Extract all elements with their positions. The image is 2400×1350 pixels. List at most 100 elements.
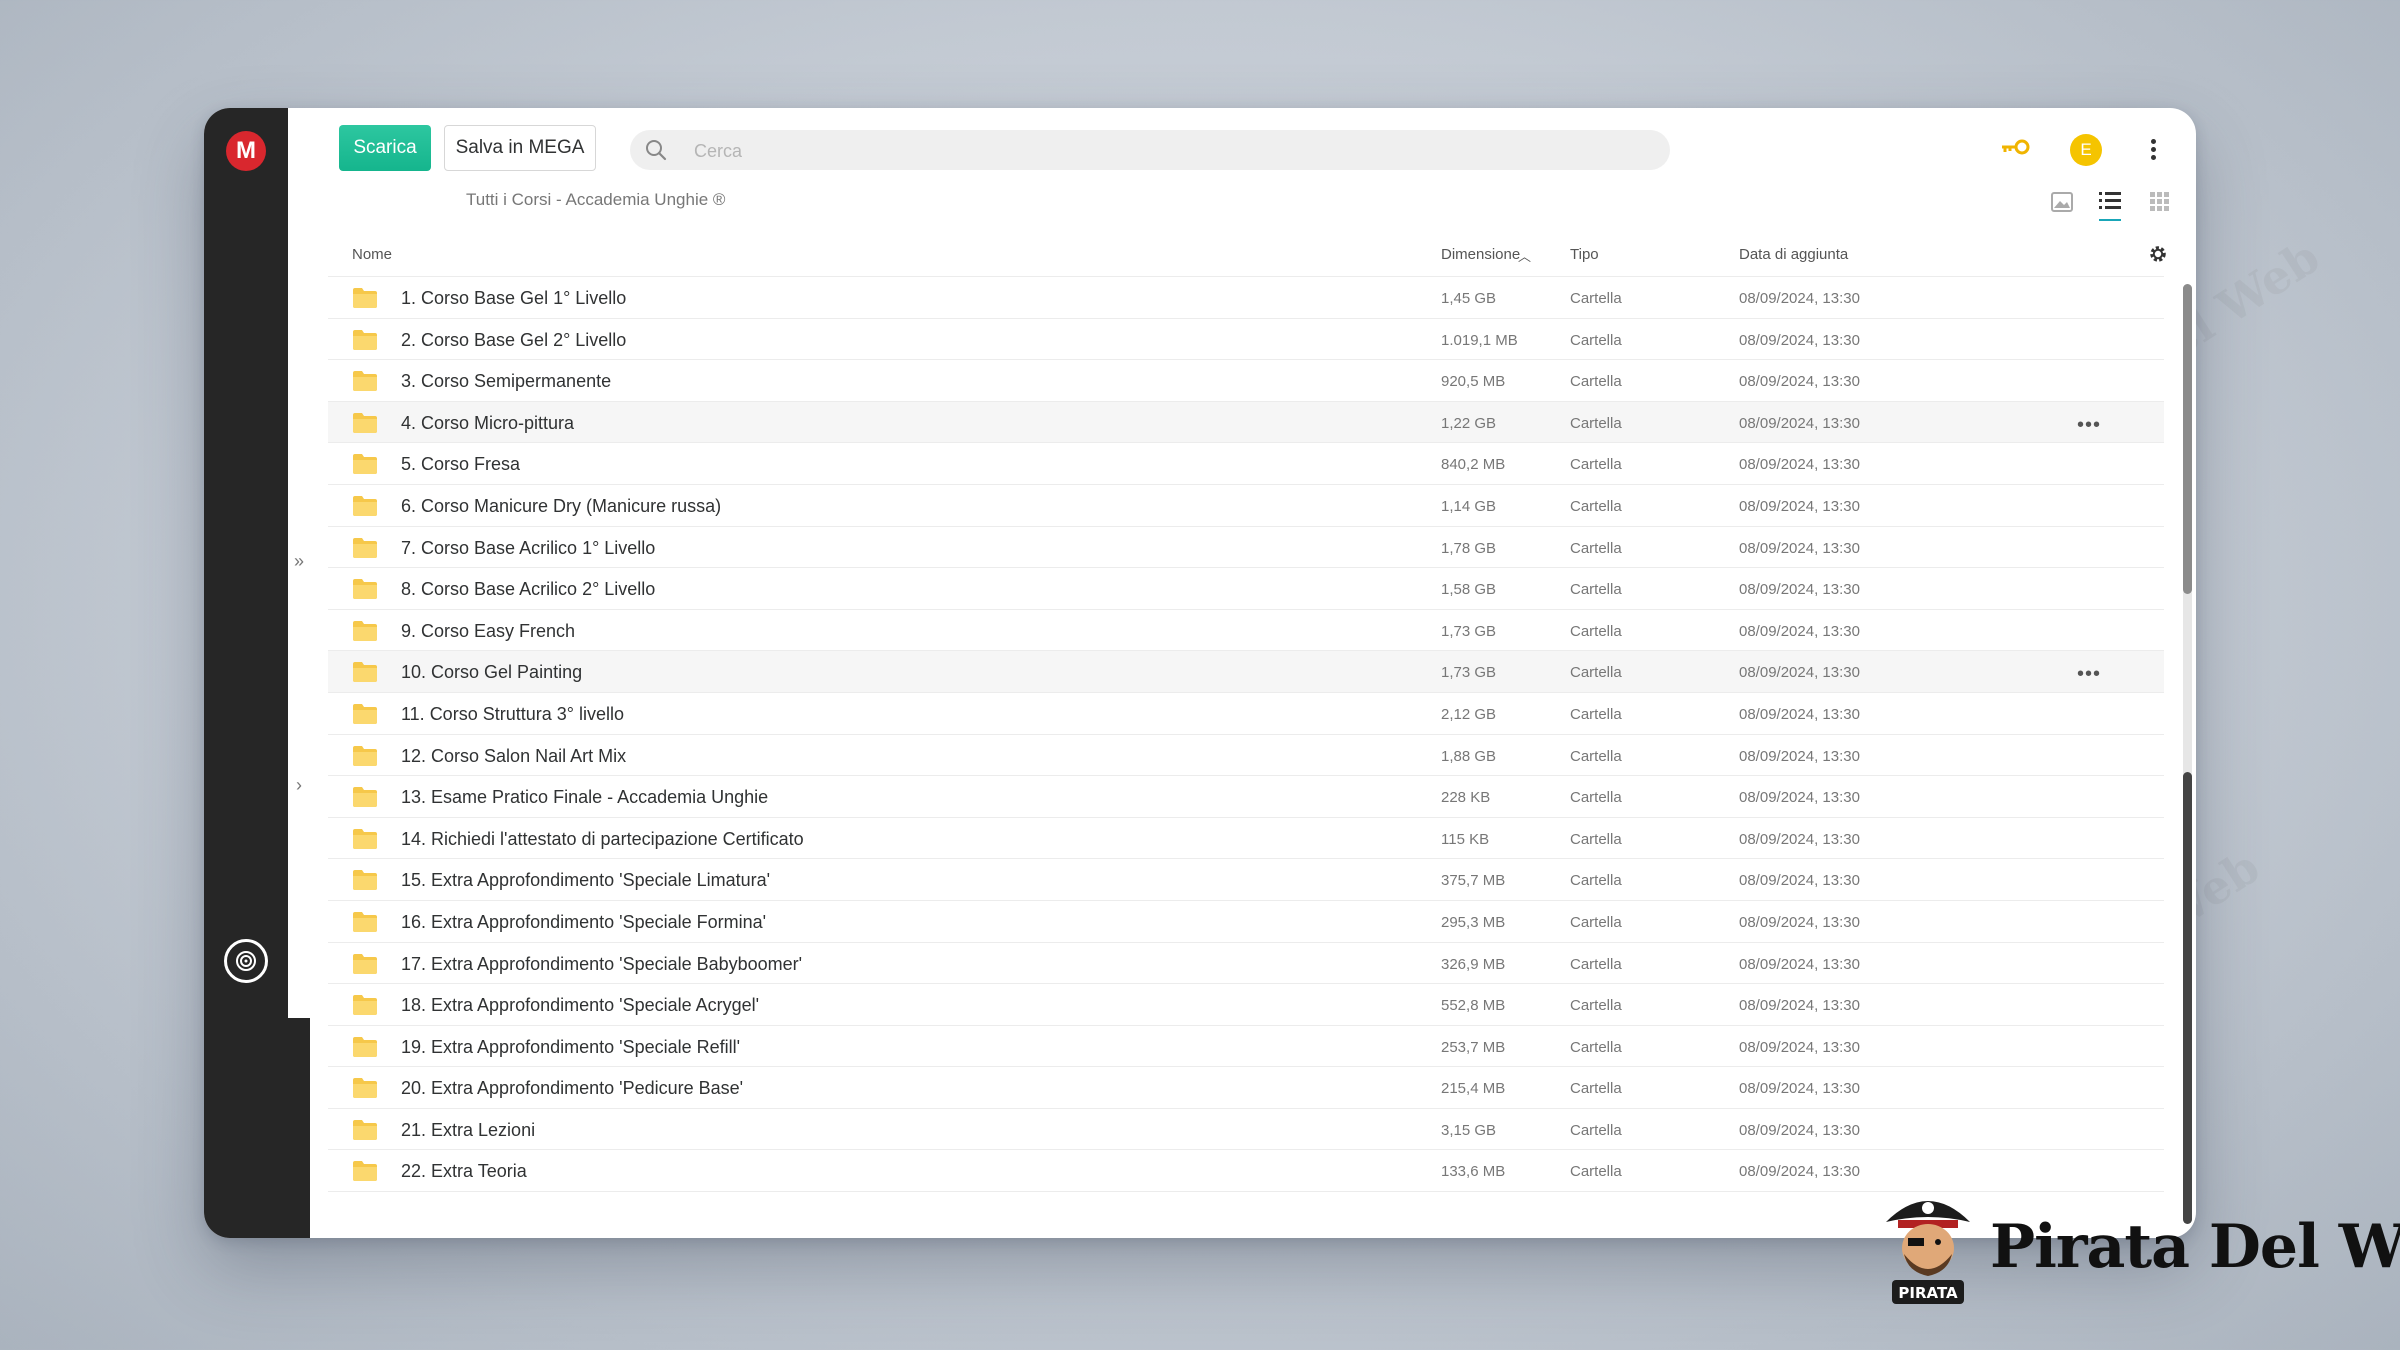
file-date: 08/09/2024, 13:30 <box>1739 1080 1860 1098</box>
file-name[interactable]: 10. Corso Gel Painting <box>401 662 582 683</box>
file-size: 375,7 MB <box>1441 872 1506 890</box>
folder-icon <box>352 537 378 564</box>
file-size: 920,5 MB <box>1441 373 1506 391</box>
scrollbar-thumb[interactable] <box>2183 284 2192 594</box>
table-row[interactable]: 16. Extra Approfondimento 'Speciale Form… <box>328 901 2164 943</box>
column-header-date[interactable]: Data di aggiunta <box>1739 246 1848 263</box>
folder-icon <box>352 828 378 855</box>
table-row[interactable]: 13. Esame Pratico Finale - Accademia Ung… <box>328 776 2164 818</box>
key-icon[interactable] <box>2000 138 2030 161</box>
file-name[interactable]: 20. Extra Approfondimento 'Pedicure Base… <box>401 1078 743 1099</box>
file-name[interactable]: 13. Esame Pratico Finale - Accademia Ung… <box>401 787 768 808</box>
table-row[interactable]: 19. Extra Approfondimento 'Speciale Refi… <box>328 1026 2164 1068</box>
table-row[interactable]: 6. Corso Manicure Dry (Manicure russa) 1,… <box>328 485 2164 527</box>
file-name[interactable]: 4. Corso Micro-pittura <box>401 413 574 434</box>
chevron-right-icon[interactable]: › <box>288 772 310 798</box>
save-to-mega-button[interactable]: Salva in MEGA <box>444 125 596 171</box>
gear-icon[interactable] <box>2148 244 2168 269</box>
table-row[interactable]: 15. Extra Approfondimento 'Speciale Lima… <box>328 859 2164 901</box>
file-name[interactable]: 18. Extra Approfondimento 'Speciale Acry… <box>401 995 759 1016</box>
file-type: Cartella <box>1570 456 1622 474</box>
table-row[interactable]: 8. Corso Base Acrilico 2° Livello 1,58 GB… <box>328 568 2164 610</box>
file-date: 08/09/2024, 13:30 <box>1739 331 1860 349</box>
column-header-size[interactable]: Dimensione <box>1441 246 1520 263</box>
file-name[interactable]: 21. Extra Lezioni <box>401 1120 535 1141</box>
file-date: 08/09/2024, 13:30 <box>1739 747 1860 765</box>
table-row[interactable]: 14. Richiedi l'attestato di partecipazio… <box>328 818 2164 860</box>
download-button[interactable]: Scarica <box>339 125 431 171</box>
file-name[interactable]: 15. Extra Approfondimento 'Speciale Lima… <box>401 870 770 891</box>
table-row[interactable]: 5. Corso Fresa 840,2 MB Cartella 08/09/2024… <box>328 443 2164 485</box>
scrollbar[interactable] <box>2183 284 2192 1224</box>
table-row[interactable]: 9. Corso Easy French 1,73 GB Cartella 08/09… <box>328 610 2164 652</box>
column-header-name[interactable]: Nome <box>352 246 392 263</box>
file-name[interactable]: 19. Extra Approfondimento 'Speciale Refi… <box>401 1037 740 1058</box>
file-size: 1,58 GB <box>1441 581 1497 599</box>
file-name[interactable]: 11. Corso Struttura 3° livello <box>401 704 624 725</box>
file-name[interactable]: 17. Extra Approfondimento 'Speciale Baby… <box>401 954 802 975</box>
file-name[interactable]: 5. Corso Fresa <box>401 454 520 475</box>
table-row[interactable]: 1. Corso Base Gel 1° Livello 1,45 GB Carte… <box>328 277 2164 319</box>
file-date: 08/09/2024, 13:30 <box>1739 497 1860 515</box>
file-name[interactable]: 7. Corso Base Acrilico 1° Livello <box>401 538 655 559</box>
table-row[interactable]: 3. Corso Semipermanente 920,5 MB Cartella 0… <box>328 360 2164 402</box>
expand-sidebar-icon[interactable]: » <box>288 548 310 574</box>
file-date: 08/09/2024, 13:30 <box>1739 539 1860 557</box>
file-type: Cartella <box>1570 1121 1622 1139</box>
user-avatar[interactable]: E <box>2070 134 2102 166</box>
file-size: 2,12 GB <box>1441 705 1497 723</box>
table-header: Nome ︿ Dimensione Tipo Data di aggiunta <box>328 232 2164 277</box>
table-row[interactable]: 10. Corso Gel Painting 1,73 GB Cartella 08/… <box>328 651 2164 693</box>
file-date: 08/09/2024, 13:30 <box>1739 373 1860 391</box>
sidebar-edge-dark <box>288 1018 310 1238</box>
mega-logo-icon[interactable]: M <box>226 131 266 171</box>
breadcrumb[interactable]: Tutti i Corsi - Accademia Unghie ® <box>466 190 725 210</box>
table-row[interactable]: 21. Extra Lezioni 3,15 GB Cartella 08/09/20… <box>328 1109 2164 1151</box>
file-name[interactable]: 2. Corso Base Gel 2° Livello <box>401 330 626 351</box>
row-more-options-icon[interactable]: ••• <box>2077 663 2101 686</box>
column-header-type[interactable]: Tipo <box>1570 246 1599 263</box>
table-row[interactable]: 18. Extra Approfondimento 'Speciale Acry… <box>328 984 2164 1026</box>
table-row[interactable]: 7. Corso Base Acrilico 1° Livello 1,78 GB… <box>328 527 2164 569</box>
table-row[interactable]: 11. Corso Struttura 3° livello 2,12 GB Car… <box>328 693 2164 735</box>
file-date: 08/09/2024, 13:30 <box>1739 913 1860 931</box>
file-date: 08/09/2024, 13:30 <box>1739 705 1860 723</box>
file-list: 1. Corso Base Gel 1° Livello 1,45 GB Carte… <box>328 277 2164 1193</box>
file-name[interactable]: 12. Corso Salon Nail Art Mix <box>401 746 626 767</box>
list-view-icon[interactable] <box>2099 190 2121 221</box>
file-name[interactable]: 1. Corso Base Gel 1° Livello <box>401 288 626 309</box>
sidebar: M <box>204 108 288 1238</box>
folder-icon <box>352 620 378 647</box>
file-name[interactable]: 14. Richiedi l'attestato di partecipazio… <box>401 829 804 850</box>
mega-window: M » › Scarica Salva in MEGA E Tutti i Co… <box>204 108 2196 1238</box>
folder-icon <box>352 453 378 480</box>
scrollbar-track-dark <box>2183 772 2192 1224</box>
kebab-menu-icon[interactable] <box>2148 136 2158 164</box>
table-row[interactable]: 20. Extra Approfondimento 'Pedicure Base… <box>328 1067 2164 1109</box>
table-row[interactable]: 4. Corso Micro-pittura 1,22 GB Cartella 08/… <box>328 401 2164 444</box>
file-name[interactable]: 16. Extra Approfondimento 'Speciale Form… <box>401 912 766 933</box>
table-row[interactable]: 12. Corso Salon Nail Art Mix 1,88 GB Carte… <box>328 735 2164 777</box>
file-size: 552,8 MB <box>1441 997 1506 1015</box>
file-name[interactable]: 3. Corso Semipermanente <box>401 371 611 392</box>
grid-view-icon[interactable] <box>2150 192 2170 217</box>
file-type: Cartella <box>1570 705 1622 723</box>
search-bar[interactable] <box>630 130 1670 172</box>
file-size: 253,7 MB <box>1441 1038 1506 1056</box>
search-input[interactable] <box>692 130 1596 172</box>
file-name[interactable]: 8. Corso Base Acrilico 2° Livello <box>401 579 655 600</box>
file-name[interactable]: 6. Corso Manicure Dry (Manicure russa) <box>401 496 721 517</box>
table-row[interactable]: 17. Extra Approfondimento 'Speciale Baby… <box>328 943 2164 985</box>
row-more-options-icon[interactable]: ••• <box>2077 414 2101 437</box>
file-name[interactable]: 9. Corso Easy French <box>401 621 575 642</box>
fingerprint-icon[interactable] <box>224 939 268 983</box>
file-size: 228 KB <box>1441 789 1491 807</box>
table-row[interactable]: 2. Corso Base Gel 2° Livello 1.019,1 MB Ca… <box>328 319 2164 361</box>
file-name[interactable]: 22. Extra Teoria <box>401 1161 527 1182</box>
file-type: Cartella <box>1570 331 1622 349</box>
file-date: 08/09/2024, 13:30 <box>1739 581 1860 599</box>
file-size: 1,22 GB <box>1441 414 1497 432</box>
file-date: 08/09/2024, 13:30 <box>1739 290 1860 307</box>
folder-icon <box>352 911 378 938</box>
thumbnail-view-icon[interactable] <box>2051 192 2073 217</box>
